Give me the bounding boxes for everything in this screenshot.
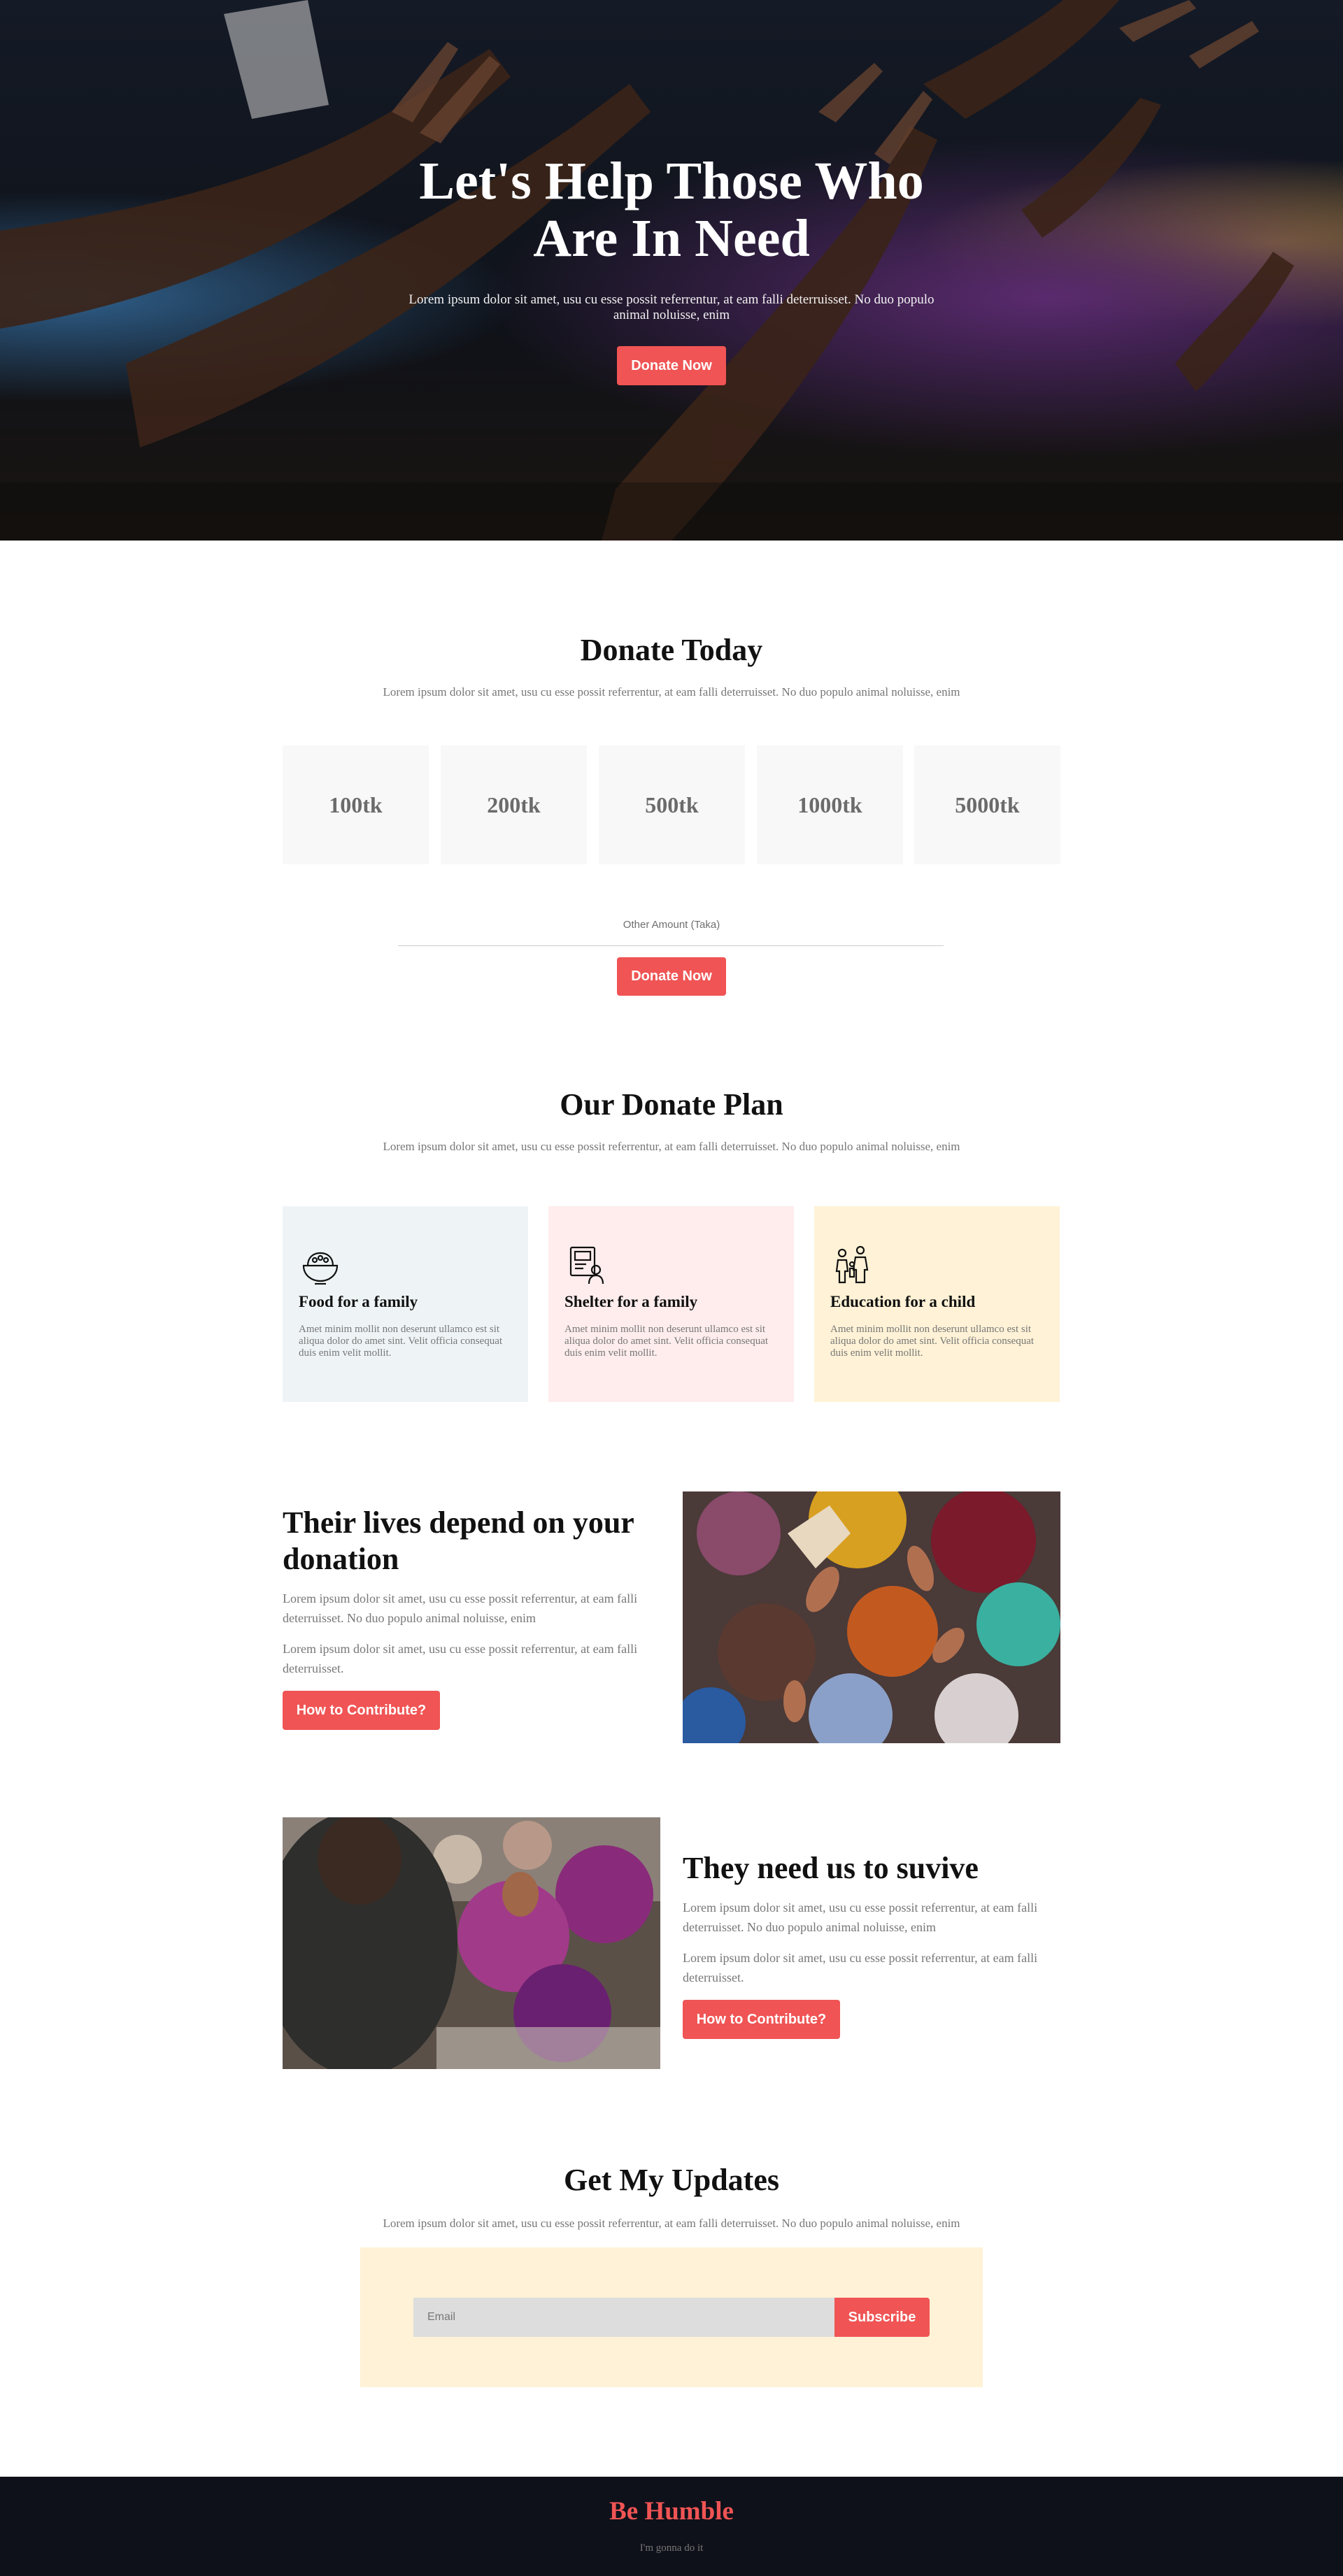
amount-option-1000[interactable]: 1000tk (757, 745, 903, 864)
hero-description: Lorem ipsum dolor sit amet, usu cu esse … (408, 292, 935, 322)
plan-card-text: Amet minim mollit non deserunt ullamco e… (564, 1324, 769, 1359)
food-bowl-icon (302, 1252, 339, 1285)
feature-2-paragraph-1: Lorem ipsum dolor sit amet, usu cu esse … (683, 1901, 1038, 1934)
plan-card-education[interactable]: Education for a child Amet minim mollit … (814, 1206, 1060, 1402)
plan-card-title: Education for a child (830, 1293, 976, 1310)
other-amount-input[interactable] (398, 932, 944, 946)
donate-now-button[interactable]: Donate Now (617, 957, 726, 996)
women-queue-photo (283, 1817, 660, 2069)
feature-1-title: Their lives depend on your donation (283, 1505, 634, 1576)
hero-background-image (0, 0, 1343, 541)
footer: Be Humble I'm gonna do it (0, 2477, 1343, 2576)
updates-subtitle: Lorem ipsum dolor sit amet, usu cu esse … (383, 2217, 960, 2230)
hero-title-line-1: Let's Help Those Who (419, 152, 924, 210)
shelter-icon (569, 1246, 604, 1285)
plan-card-food[interactable]: Food for a family Amet minim mollit non … (283, 1206, 528, 1402)
hero-donate-button[interactable]: Donate Now (617, 346, 726, 385)
feature-2-title: They need us to suvive (683, 1851, 979, 1885)
donate-today-subtitle: Lorem ipsum dolor sit amet, usu cu esse … (383, 685, 960, 699)
feature-1-contribute-button[interactable]: How to Contribute? (283, 1691, 440, 1730)
updates-title: Get My Updates (564, 2163, 779, 2197)
plan-card-title: Food for a family (299, 1293, 418, 1310)
plan-card-shelter[interactable]: Shelter for a family Amet minim mollit n… (548, 1206, 794, 1402)
donate-today-title: Donate Today (580, 633, 763, 667)
other-amount-label: Other Amount (Taka) (623, 919, 720, 931)
email-input[interactable] (413, 2298, 835, 2337)
family-icon (835, 1245, 869, 1284)
hero-title-line-2: Are In Need (533, 209, 810, 268)
feature-2-contribute-button[interactable]: How to Contribute? (683, 2000, 840, 2039)
amount-option-500[interactable]: 500tk (599, 745, 745, 864)
amount-option-5000[interactable]: 5000tk (914, 745, 1060, 864)
feature-1-paragraph-1: Lorem ipsum dolor sit amet, usu cu esse … (283, 1591, 638, 1625)
feature-2-paragraph-2: Lorem ipsum dolor sit amet, usu cu esse … (683, 1951, 1038, 1984)
plan-card-title: Shelter for a family (564, 1293, 698, 1310)
donate-plan-title: Our Donate Plan (560, 1087, 783, 1122)
subscribe-button[interactable]: Subscribe (834, 2298, 930, 2337)
footer-tagline: I'm gonna do it (639, 2542, 704, 2554)
plan-card-text: Amet minim mollit non deserunt ullamco e… (830, 1324, 1035, 1359)
hero-title: Let's Help Those Who Are In Need (0, 152, 1343, 267)
feature-1-paragraph-2: Lorem ipsum dolor sit amet, usu cu esse … (283, 1642, 638, 1675)
footer-brand[interactable]: Be Humble (0, 2496, 1343, 2526)
crowd-hands-photo (683, 1491, 1060, 1743)
donate-plan-subtitle: Lorem ipsum dolor sit amet, usu cu esse … (383, 1140, 960, 1153)
amount-option-100[interactable]: 100tk (283, 745, 429, 864)
amount-option-200[interactable]: 200tk (441, 745, 587, 864)
plan-card-text: Amet minim mollit non deserunt ullamco e… (299, 1324, 503, 1359)
hero-section: Let's Help Those Who Are In Need Lorem i… (0, 0, 1343, 541)
